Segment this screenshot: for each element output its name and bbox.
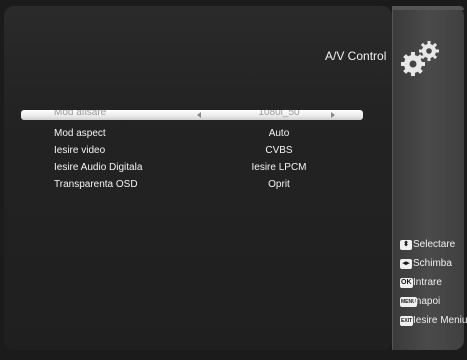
menu-item-label: Transparenta OSD (54, 179, 138, 190)
menu-item-iesire-audio-digitala[interactable]: Iesire Audio Digitala Iesire LPCM (21, 160, 363, 177)
arrow-right-icon[interactable] (331, 112, 335, 118)
gears-icon (401, 41, 439, 76)
menu-item-label: Mod afisare (54, 110, 107, 118)
menu-item-label: Iesire video (54, 145, 106, 156)
menu-item-mod-aspect[interactable]: Mod aspect Auto (21, 126, 363, 143)
legend-label: Intrare (413, 277, 442, 288)
legend-label: Schimba (413, 258, 452, 269)
menu-item-value: Auto (268, 128, 290, 139)
legend-label: Iesire Meniu (413, 315, 467, 326)
up-down-key-icon: ⬍ (400, 240, 412, 250)
legend-item-intrare: OK Intrare (396, 275, 466, 294)
side-panel-edge (392, 6, 464, 10)
menu-item-value: CVBS (265, 145, 293, 156)
osd-screen: A/V Control Mod afisare 1080i_50 Mod asp… (0, 0, 467, 360)
menu-item-value: Iesire LPCM (251, 162, 307, 173)
menu-item-iesire-video[interactable]: Iesire video CVBS (21, 143, 363, 160)
ok-key-icon: OK (400, 278, 413, 288)
settings-menu: Mod afisare 1080i_50 Mod aspect Auto Ies… (21, 110, 363, 194)
legend-item-inapoi: MENU Inapoi (396, 294, 466, 313)
menu-item-label: Mod aspect (54, 128, 106, 139)
menu-item-value: 1080i_50 (258, 110, 300, 118)
menu-item-mod-afisare[interactable]: Mod afisare 1080i_50 (21, 110, 363, 120)
legend-label: Selectare (413, 239, 456, 250)
page-title: A/V Control (325, 49, 387, 63)
menu-item-transparenta-osd[interactable]: Transparenta OSD Oprit (21, 177, 363, 194)
exit-key-icon: EXIT (400, 316, 414, 326)
legend-item-schimba: ◂▸ Schimba (396, 256, 466, 275)
left-right-key-icon: ◂▸ (400, 259, 412, 269)
menu-item-label: Iesire Audio Digitala (54, 162, 143, 173)
menu-item-value: Oprit (268, 179, 290, 190)
legend-item-iesire-meniu: EXIT Iesire Meniu (396, 313, 467, 332)
legend-item-selectare: ⬍ Selectare (396, 237, 466, 256)
key-legend: ⬍ Selectare ◂▸ Schimba OK Intrare MENU I… (396, 237, 467, 332)
legend-label: Inapoi (413, 296, 441, 307)
